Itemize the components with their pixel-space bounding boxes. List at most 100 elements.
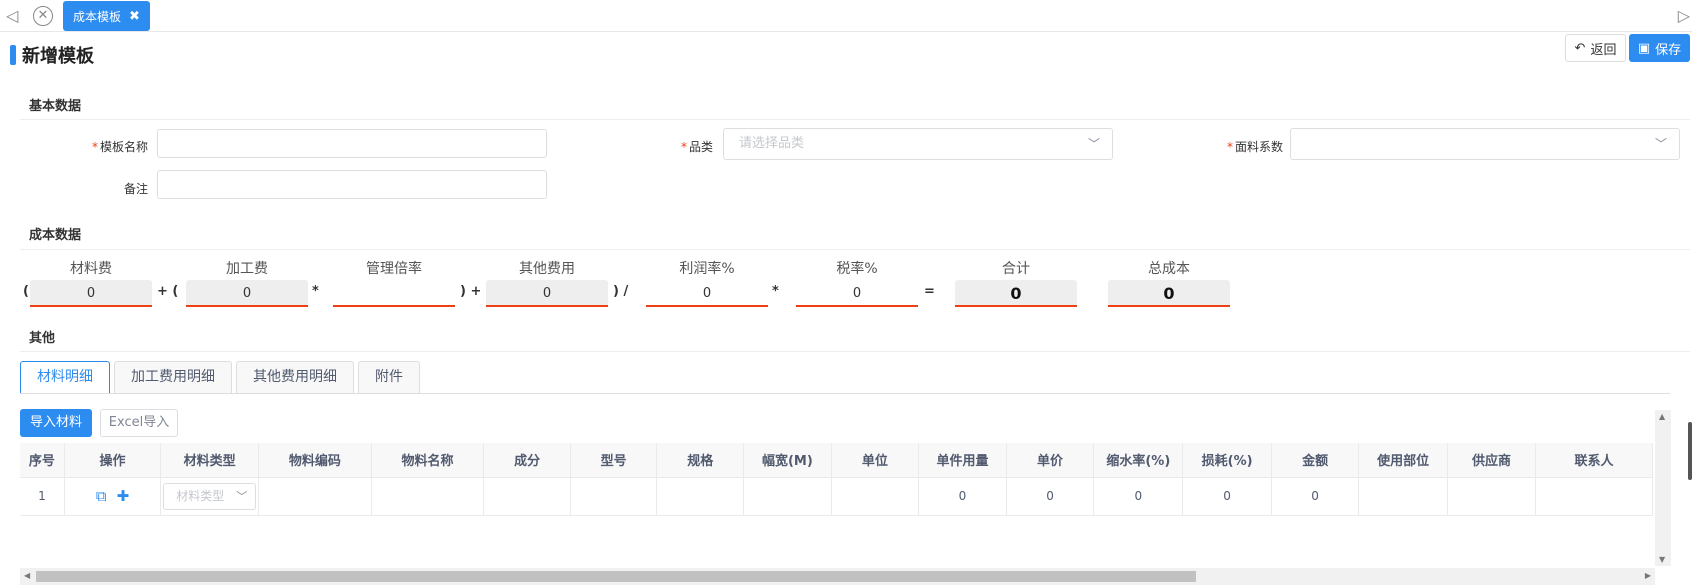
- back-button[interactable]: ↶ 返回: [1565, 34, 1626, 62]
- row-width[interactable]: [743, 477, 832, 516]
- row-index: 1: [20, 477, 65, 516]
- save-icon: ▣: [1637, 40, 1651, 56]
- table-row: 1 ⧉ ✚ 材料类型 ﹀ 0 0 0 0 0: [20, 477, 1653, 516]
- page-title-text: 新增模板: [22, 46, 94, 67]
- table-header-row: 序号 操作 材料类型 物料编码 物料名称 成分 型号 规格 幅宽(M) 单位 单…: [20, 443, 1653, 478]
- column-header: 损耗(%): [1182, 443, 1272, 478]
- row-usage-part[interactable]: [1358, 477, 1448, 516]
- title-accent-bar: [10, 45, 16, 65]
- operator-equals: =: [924, 284, 935, 299]
- tab-cost-template[interactable]: 成本模板 ✖: [63, 1, 150, 31]
- tab-attachment[interactable]: 附件: [358, 361, 420, 393]
- tab-bar: ◁ ✕ 成本模板 ✖ ▷: [0, 0, 1692, 32]
- scroll-right-arrow-icon[interactable]: ▶: [1645, 571, 1651, 580]
- operator-multiply: *: [312, 284, 319, 299]
- material-type-select[interactable]: 材料类型 ﹀: [163, 482, 257, 510]
- scroll-up-icon[interactable]: ▲: [1659, 412, 1665, 421]
- section-basic-title: 基本数据: [29, 99, 82, 114]
- total-cost-label: 总成本: [1148, 261, 1190, 277]
- side-drawer-handle[interactable]: [1688, 422, 1692, 480]
- total-value: 0: [955, 280, 1077, 307]
- column-header: 单价: [1006, 443, 1095, 478]
- row-shrink-rate[interactable]: 0: [1093, 477, 1184, 516]
- save-button[interactable]: ▣ 保存: [1629, 34, 1690, 62]
- cost-template-page: ◁ ✕ 成本模板 ✖ ▷ 新增模板 ↶ 返回 ▣ 保存 基本数据 * 模板名称 *…: [0, 0, 1692, 585]
- chevron-down-icon: ﹀: [1087, 137, 1100, 151]
- category-placeholder: 请选择品类: [739, 136, 805, 151]
- tab-other-fee-detail[interactable]: 其他费用明细: [236, 361, 354, 393]
- tab-material-detail[interactable]: 材料明细: [20, 361, 110, 394]
- add-icon[interactable]: ✚: [117, 487, 130, 505]
- scroll-left-icon[interactable]: ◁: [6, 6, 18, 26]
- close-all-icon[interactable]: ✕: [33, 6, 53, 26]
- profit-rate-input[interactable]: 0: [646, 280, 768, 307]
- processing-fee-input[interactable]: 0: [186, 280, 308, 307]
- tax-rate-label: 税率%: [836, 261, 878, 277]
- row-material-type: 材料类型 ﹀: [160, 477, 260, 516]
- operator-close-divide: ) /: [613, 284, 629, 299]
- other-fee-input[interactable]: 0: [486, 280, 608, 307]
- row-material-name[interactable]: [371, 477, 485, 516]
- processing-fee-label: 加工费: [226, 261, 268, 277]
- scroll-right-icon[interactable]: ▷: [1678, 6, 1690, 26]
- scroll-left-arrow-icon[interactable]: ◀: [24, 571, 30, 580]
- tab-processing-detail[interactable]: 加工费用明细: [114, 361, 232, 393]
- fabric-coef-label: * 面料系数: [1226, 140, 1283, 154]
- excel-import-button[interactable]: Excel导入: [100, 409, 178, 437]
- back-arrow-icon: ↶: [1574, 40, 1586, 56]
- column-header: 金额: [1271, 443, 1360, 478]
- row-supplier[interactable]: [1447, 477, 1537, 516]
- operator-close-plus: ) +: [460, 284, 482, 299]
- operator-open-paren: (: [23, 284, 29, 299]
- material-fee-label: 材料费: [70, 261, 112, 277]
- scroll-down-icon[interactable]: ▼: [1659, 555, 1665, 564]
- page-title: 新增模板: [10, 42, 94, 68]
- management-rate-label: 管理倍率: [366, 261, 422, 277]
- column-header: 操作: [64, 443, 162, 478]
- column-header: 物料编码: [258, 443, 372, 478]
- row-amount: 0: [1271, 477, 1360, 516]
- category-label: * 品类: [680, 140, 713, 154]
- section-divider: [20, 119, 1690, 120]
- template-name-input[interactable]: [157, 129, 547, 158]
- copy-icon[interactable]: ⧉: [96, 487, 107, 505]
- tabs-divider: [20, 393, 1670, 394]
- section-other-title: 其他: [29, 331, 56, 346]
- row-material-code[interactable]: [258, 477, 372, 516]
- column-header: 物料名称: [371, 443, 485, 478]
- fabric-coef-select[interactable]: ﹀: [1290, 128, 1680, 160]
- operator-plus-paren: + (: [157, 284, 179, 299]
- tab-close-icon[interactable]: ✖: [129, 9, 140, 24]
- row-composition[interactable]: [483, 477, 571, 516]
- vertical-scrollbar[interactable]: ▲ ▼: [1655, 410, 1671, 566]
- column-header: 序号: [20, 443, 65, 478]
- back-label: 返回: [1590, 42, 1617, 58]
- horizontal-scroll-thumb[interactable]: [36, 571, 1196, 582]
- required-mark: *: [1226, 140, 1233, 154]
- row-spec[interactable]: [656, 477, 745, 516]
- row-loss[interactable]: 0: [1182, 477, 1272, 516]
- management-rate-input[interactable]: [333, 280, 455, 307]
- save-label: 保存: [1655, 42, 1682, 58]
- remark-input[interactable]: [157, 170, 547, 199]
- column-header: 材料类型: [160, 443, 260, 478]
- row-contact[interactable]: [1535, 477, 1653, 516]
- chevron-down-icon: ﹀: [1654, 137, 1667, 151]
- detail-tabs: 材料明细 加工费用明细 其他费用明细 附件: [20, 361, 420, 394]
- material-fee-input[interactable]: 0: [30, 280, 152, 307]
- import-material-button[interactable]: 导入材料: [20, 409, 92, 437]
- row-unit-usage[interactable]: 0: [918, 477, 1007, 516]
- row-unit-price[interactable]: 0: [1006, 477, 1095, 516]
- column-header: 规格: [656, 443, 745, 478]
- tax-rate-input[interactable]: 0: [796, 280, 918, 307]
- column-header: 使用部位: [1358, 443, 1448, 478]
- material-table: 序号 操作 材料类型 物料编码 物料名称 成分 型号 规格 幅宽(M) 单位 单…: [20, 443, 1653, 569]
- horizontal-scrollbar[interactable]: ◀ ▶: [20, 568, 1655, 585]
- category-select[interactable]: 请选择品类 ﹀: [723, 128, 1113, 160]
- row-unit[interactable]: [831, 477, 920, 516]
- column-header: 缩水率(%): [1093, 443, 1184, 478]
- row-model[interactable]: [570, 477, 658, 516]
- section-divider: [20, 351, 1690, 352]
- column-header: 成分: [483, 443, 571, 478]
- column-header: 联系人: [1535, 443, 1653, 478]
